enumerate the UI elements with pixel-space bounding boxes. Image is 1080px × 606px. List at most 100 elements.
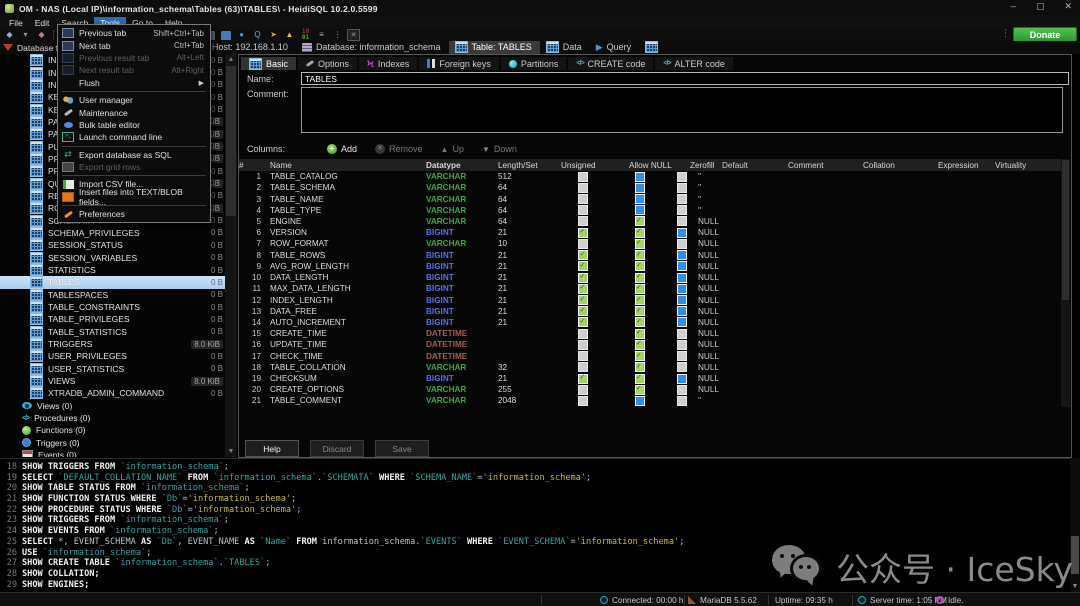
zerofill-checkbox[interactable] bbox=[677, 317, 687, 327]
zerofill-checkbox[interactable] bbox=[677, 183, 687, 193]
table-row[interactable]: 11MAX_DATA_LENGTHBIGINT21NULL bbox=[239, 283, 1061, 294]
tree-item-statistics[interactable]: STATISTICS0 B bbox=[0, 264, 237, 276]
allow-null-checkbox[interactable] bbox=[635, 250, 645, 260]
subtab-options[interactable]: Options bbox=[298, 57, 357, 70]
tree-category-procedures[interactable]: </>Procedures (0) bbox=[0, 412, 237, 424]
table-row[interactable]: 15CREATE_TIMEDATETIMENULL bbox=[239, 328, 1061, 339]
allow-null-checkbox[interactable] bbox=[635, 284, 645, 294]
table-row[interactable]: 14AUTO_INCREMENTBIGINT21NULL bbox=[239, 317, 1061, 328]
unsigned-checkbox[interactable] bbox=[578, 205, 588, 215]
table-comment-input[interactable] bbox=[301, 87, 1063, 133]
zerofill-checkbox[interactable] bbox=[677, 194, 687, 204]
donate-button[interactable]: Donate bbox=[1013, 27, 1077, 42]
unsigned-checkbox[interactable] bbox=[578, 183, 588, 193]
column-header-virtuality[interactable]: Virtuality bbox=[995, 161, 1048, 170]
save-button[interactable]: Save bbox=[375, 440, 429, 457]
unsigned-checkbox[interactable] bbox=[578, 261, 588, 271]
tree-item-table_statistics[interactable]: TABLE_STATISTICS0 B bbox=[0, 326, 237, 338]
column-header-name[interactable]: Name bbox=[266, 161, 426, 170]
zerofill-checkbox[interactable] bbox=[677, 396, 687, 406]
tree-item-tablespaces[interactable]: TABLESPACES0 B bbox=[0, 289, 237, 301]
unsigned-checkbox[interactable] bbox=[578, 306, 588, 316]
allow-null-checkbox[interactable] bbox=[635, 351, 645, 361]
search-icon[interactable]: ● bbox=[235, 30, 248, 41]
add-column-button[interactable]: + Add bbox=[327, 144, 357, 154]
allow-null-checkbox[interactable] bbox=[635, 273, 645, 283]
unsigned-checkbox[interactable] bbox=[578, 250, 588, 260]
tree-item-session_variables[interactable]: SESSION_VARIABLES0 B bbox=[0, 252, 237, 264]
unsigned-checkbox[interactable] bbox=[578, 284, 588, 294]
menu-item-export-database-as-sql[interactable]: ⇄Export database as SQL bbox=[58, 149, 210, 161]
allow-null-checkbox[interactable] bbox=[635, 216, 645, 226]
tree-category-events[interactable]: Events (0) bbox=[0, 449, 237, 457]
column-header-length-set[interactable]: Length/Set bbox=[498, 161, 553, 170]
zerofill-checkbox[interactable] bbox=[677, 351, 687, 361]
tree-item-triggers[interactable]: TRIGGERS8.0 KiB bbox=[0, 338, 237, 350]
zerofill-checkbox[interactable] bbox=[677, 329, 687, 339]
table-row[interactable]: 20CREATE_OPTIONSVARCHAR255NULL bbox=[239, 384, 1061, 395]
zerofill-checkbox[interactable] bbox=[677, 250, 687, 260]
unsigned-checkbox[interactable] bbox=[578, 194, 588, 204]
menu-item-flush[interactable]: Flush▶ bbox=[58, 77, 210, 89]
table-row[interactable]: 7ROW_FORMATVARCHAR10NULL bbox=[239, 238, 1061, 249]
disconnect-icon[interactable]: ◆ bbox=[35, 30, 48, 41]
grid-scrollbar[interactable] bbox=[1061, 159, 1070, 407]
scroll-down-icon[interactable]: ▼ bbox=[225, 446, 237, 457]
tree-category-views[interactable]: Views (0) bbox=[0, 400, 237, 412]
subtab-alter-code[interactable]: </>ALTER code bbox=[655, 57, 732, 70]
unsigned-checkbox[interactable] bbox=[578, 273, 588, 283]
allow-null-checkbox[interactable] bbox=[635, 194, 645, 204]
table-row[interactable]: 19CHECKSUMBIGINT21NULL bbox=[239, 373, 1061, 384]
menu-item-bulk-table-editor[interactable]: Bulk table editor bbox=[58, 119, 210, 131]
zerofill-checkbox[interactable] bbox=[677, 261, 687, 271]
menu-item-user-manager[interactable]: User manager bbox=[58, 94, 210, 106]
unsigned-checkbox[interactable] bbox=[578, 172, 588, 182]
dropdown-icon[interactable]: ▾ bbox=[19, 30, 32, 41]
menu-item-export-grid-rows[interactable]: Export grid rows bbox=[58, 161, 210, 173]
zerofill-checkbox[interactable] bbox=[677, 273, 687, 283]
tree-item-schema_privileges[interactable]: SCHEMA_PRIVILEGES0 B bbox=[0, 227, 237, 239]
table-row[interactable]: 12INDEX_LENGTHBIGINT21NULL bbox=[239, 294, 1061, 305]
table-row[interactable]: 6VERSIONBIGINT21NULL bbox=[239, 227, 1061, 238]
table-row[interactable]: 1TABLE_CATALOGVARCHAR512'' bbox=[239, 171, 1061, 182]
more-icon[interactable]: ⋮ bbox=[331, 30, 344, 41]
tree-category-functions[interactable]: Functions (0) bbox=[0, 424, 237, 436]
tab-data[interactable]: Data bbox=[540, 41, 590, 55]
text-wrap-icon[interactable]: ≡ bbox=[315, 30, 328, 41]
column-header-datatype[interactable]: Datatype bbox=[426, 161, 498, 170]
allow-null-checkbox[interactable] bbox=[635, 205, 645, 215]
unsigned-checkbox[interactable] bbox=[578, 374, 588, 384]
close-tab-icon[interactable]: ✕ bbox=[347, 30, 360, 41]
column-header-default[interactable]: Default bbox=[722, 161, 788, 170]
zerofill-checkbox[interactable] bbox=[677, 284, 687, 294]
allow-null-checkbox[interactable] bbox=[635, 396, 645, 406]
menu-item-next-result-tab[interactable]: Next result tabAlt+Right bbox=[58, 64, 210, 76]
move-down-button[interactable]: ▼ Down bbox=[482, 144, 517, 154]
table-row[interactable]: 2TABLE_SCHEMAVARCHAR64'' bbox=[239, 182, 1061, 193]
tab-table[interactable]: Table: TABLES bbox=[449, 41, 540, 55]
column-header-allow-null[interactable]: Allow NULL bbox=[621, 161, 682, 170]
menu-item-insert-files-into-text-blob-fields[interactable]: Insert files into TEXT/BLOB fields... bbox=[58, 191, 210, 203]
table-name-input[interactable] bbox=[301, 72, 1069, 85]
unsigned-checkbox[interactable] bbox=[578, 295, 588, 305]
tree-item-xtradb_admin_command[interactable]: XTRADB_ADMIN_COMMAND0 B bbox=[0, 387, 237, 399]
move-up-button[interactable]: ▲ Up bbox=[441, 144, 464, 154]
tree-category-triggers[interactable]: Triggers (0) bbox=[0, 437, 237, 449]
zerofill-checkbox[interactable] bbox=[677, 295, 687, 305]
subtab-indexes[interactable]: ϞIndexes bbox=[359, 57, 417, 70]
allow-null-checkbox[interactable] bbox=[635, 362, 645, 372]
menu-item-previous-tab[interactable]: Previous tabShift+Ctrl+Tab bbox=[58, 27, 210, 39]
tab-database[interactable]: Database: information_schema bbox=[296, 41, 449, 55]
remove-column-button[interactable]: ✕ Remove bbox=[375, 144, 423, 154]
connect-icon[interactable]: ◆ bbox=[3, 30, 16, 41]
allow-null-checkbox[interactable] bbox=[635, 295, 645, 305]
table-row[interactable]: 3TABLE_NAMEVARCHAR64'' bbox=[239, 193, 1061, 204]
column-header-comment[interactable]: Comment bbox=[788, 161, 863, 170]
unsigned-checkbox[interactable] bbox=[578, 351, 588, 361]
subtab-partitions[interactable]: Partitions bbox=[501, 57, 567, 70]
binary-icon[interactable]: 1001 bbox=[299, 30, 312, 41]
maximize-button[interactable]: ▢ bbox=[1036, 1, 1045, 12]
unsigned-checkbox[interactable] bbox=[578, 228, 588, 238]
unsigned-checkbox[interactable] bbox=[578, 317, 588, 327]
table-row[interactable]: 5ENGINEVARCHAR64NULL bbox=[239, 216, 1061, 227]
